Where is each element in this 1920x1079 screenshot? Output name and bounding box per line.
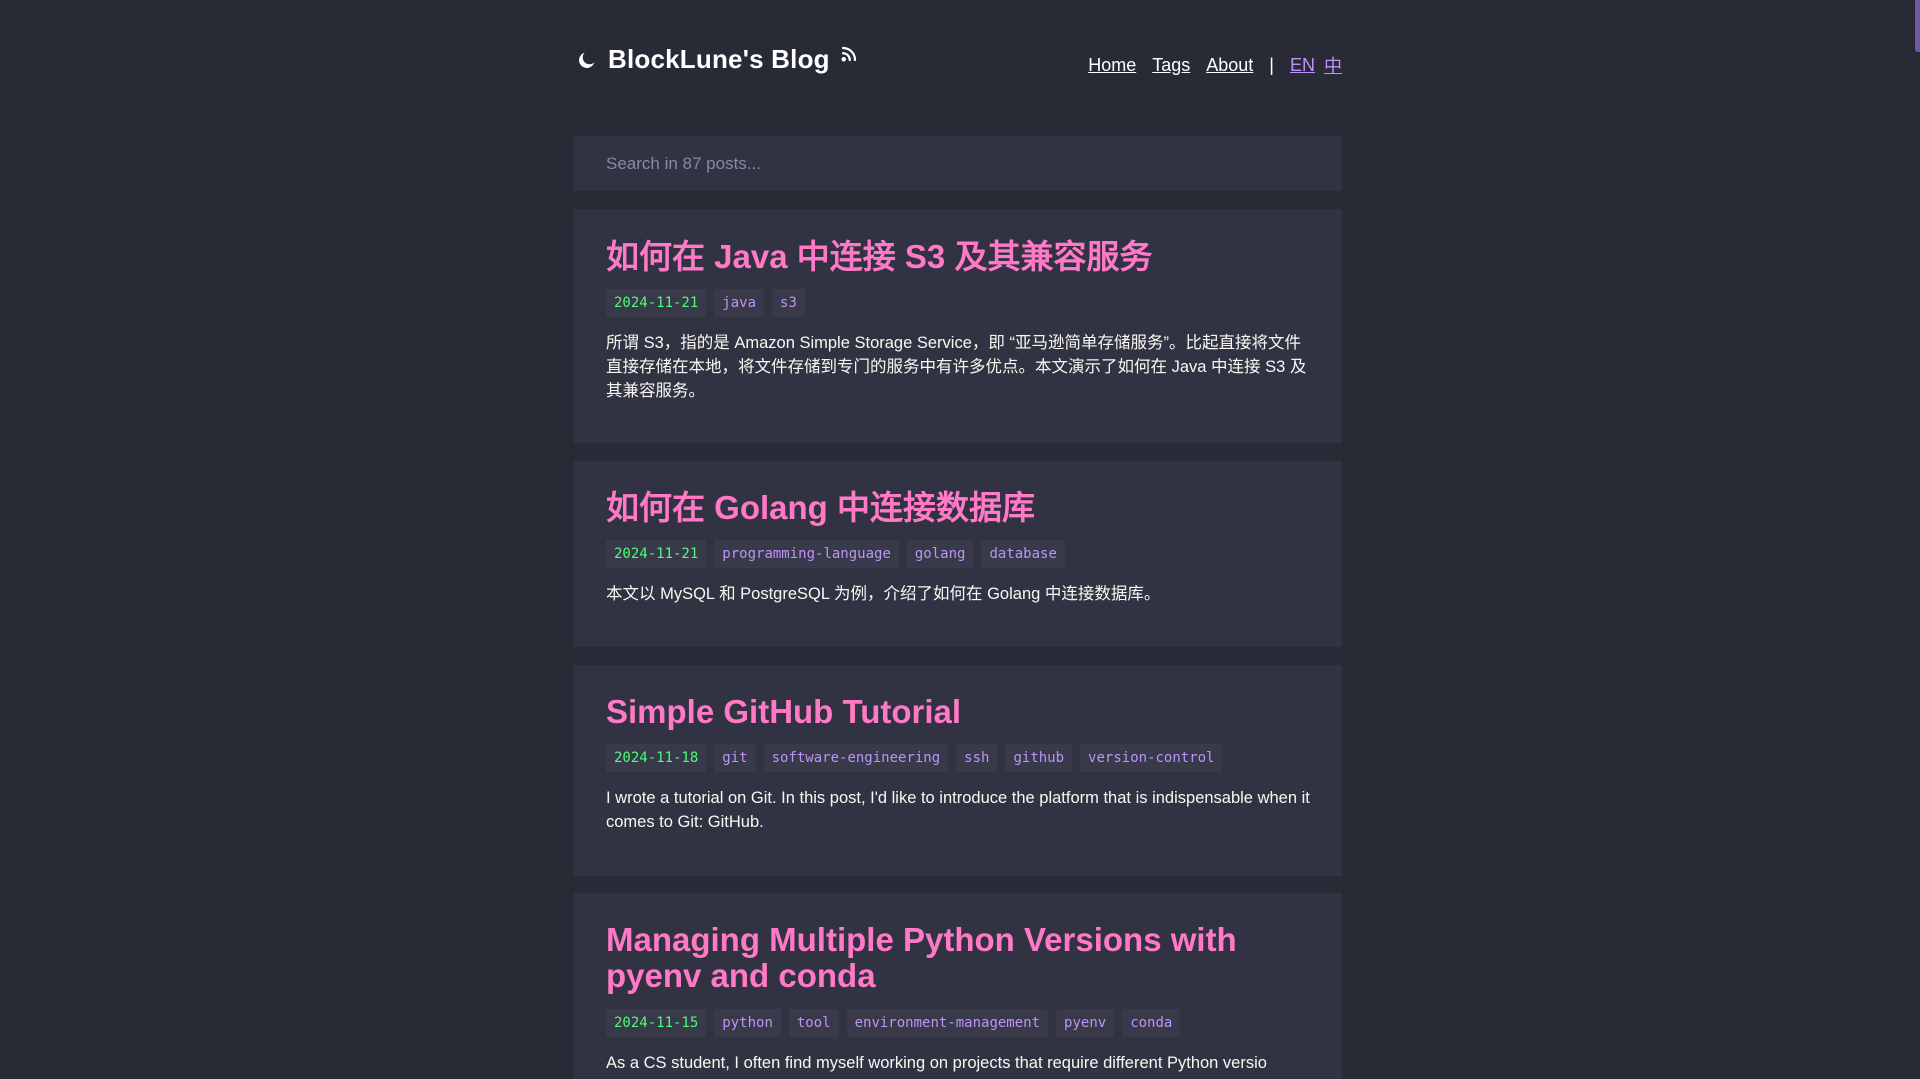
post-title-link[interactable]: 如何在 Java 中连接 S3 及其兼容服务 [606, 238, 1310, 275]
post-date: 2024-11-21 [606, 540, 707, 569]
post-date: 2024-11-18 [606, 744, 707, 773]
tag-programming-language[interactable]: programming-language [714, 540, 899, 569]
main-nav: Home Tags About | EN 中 [1072, 52, 1342, 78]
scroll-indicator[interactable] [1915, 0, 1920, 52]
post-date: 2024-11-21 [606, 289, 707, 318]
tag-version-control[interactable]: version-control [1080, 744, 1223, 773]
post-card: Simple GitHub Tutorial 2024-11-18 git so… [574, 665, 1342, 876]
tag-golang[interactable]: golang [906, 540, 974, 569]
site-header: BlockLune's Blog Home Tags About | EN 中 [574, 0, 1342, 130]
post-title-link[interactable]: Managing Multiple Python Versions with p… [606, 921, 1310, 995]
tag-ssh[interactable]: ssh [956, 744, 998, 773]
post-card: Managing Multiple Python Versions with p… [574, 893, 1342, 1079]
tag-environment-management[interactable]: environment-management [846, 1008, 1049, 1037]
tag-java[interactable]: java [714, 289, 765, 318]
post-card: 如何在 Golang 中连接数据库 2024-11-21 programming… [574, 461, 1342, 647]
post-excerpt: 所谓 S3，指的是 Amazon Simple Storage Service，… [606, 334, 1307, 401]
tag-pyenv[interactable]: pyenv [1056, 1008, 1115, 1037]
brand: BlockLune's Blog [576, 44, 858, 75]
site-title[interactable]: BlockLune's Blog [608, 44, 830, 75]
nav-separator: | [1269, 54, 1274, 75]
tag-software-engineering[interactable]: software-engineering [763, 744, 949, 773]
tag-github[interactable]: github [1005, 744, 1073, 773]
tag-database[interactable]: database [981, 540, 1065, 569]
nav-about-link[interactable]: About [1206, 55, 1253, 76]
tag-tool[interactable]: tool [788, 1008, 839, 1037]
post-meta: 2024-11-21 java s3 [606, 289, 1310, 318]
post-meta: 2024-11-18 git software-engineering ssh … [606, 744, 1310, 773]
moon-icon[interactable] [576, 49, 598, 71]
post-excerpt: I wrote a tutorial on Git. In this post,… [606, 789, 1310, 832]
lang-en-link[interactable]: EN [1290, 55, 1315, 76]
page-container: BlockLune's Blog Home Tags About | EN 中 … [574, 0, 1342, 1079]
post-title-link[interactable]: 如何在 Golang 中连接数据库 [606, 489, 1310, 526]
post-excerpt: As a CS student, I often find myself wor… [606, 1053, 1267, 1072]
tag-conda[interactable]: conda [1122, 1008, 1181, 1037]
post-title-link[interactable]: Simple GitHub Tutorial [606, 693, 1310, 730]
nav-tags-link[interactable]: Tags [1152, 55, 1190, 76]
lang-zh-link[interactable]: 中 [1324, 52, 1342, 78]
rss-icon[interactable] [840, 45, 858, 63]
search-input[interactable] [574, 136, 1342, 191]
nav-home-link[interactable]: Home [1088, 55, 1136, 76]
tag-s3[interactable]: s3 [772, 289, 805, 318]
post-card: 如何在 Java 中连接 S3 及其兼容服务 2024-11-21 java s… [574, 209, 1342, 443]
tag-python[interactable]: python [714, 1008, 781, 1037]
post-meta: 2024-11-21 programming-language golang d… [606, 540, 1310, 569]
post-excerpt: 本文以 MySQL 和 PostgreSQL 为例，介绍了如何在 Golang … [606, 585, 1161, 604]
post-date: 2024-11-15 [606, 1008, 707, 1037]
tag-git[interactable]: git [714, 744, 756, 773]
post-meta: 2024-11-15 python tool environment-manag… [606, 1008, 1310, 1037]
